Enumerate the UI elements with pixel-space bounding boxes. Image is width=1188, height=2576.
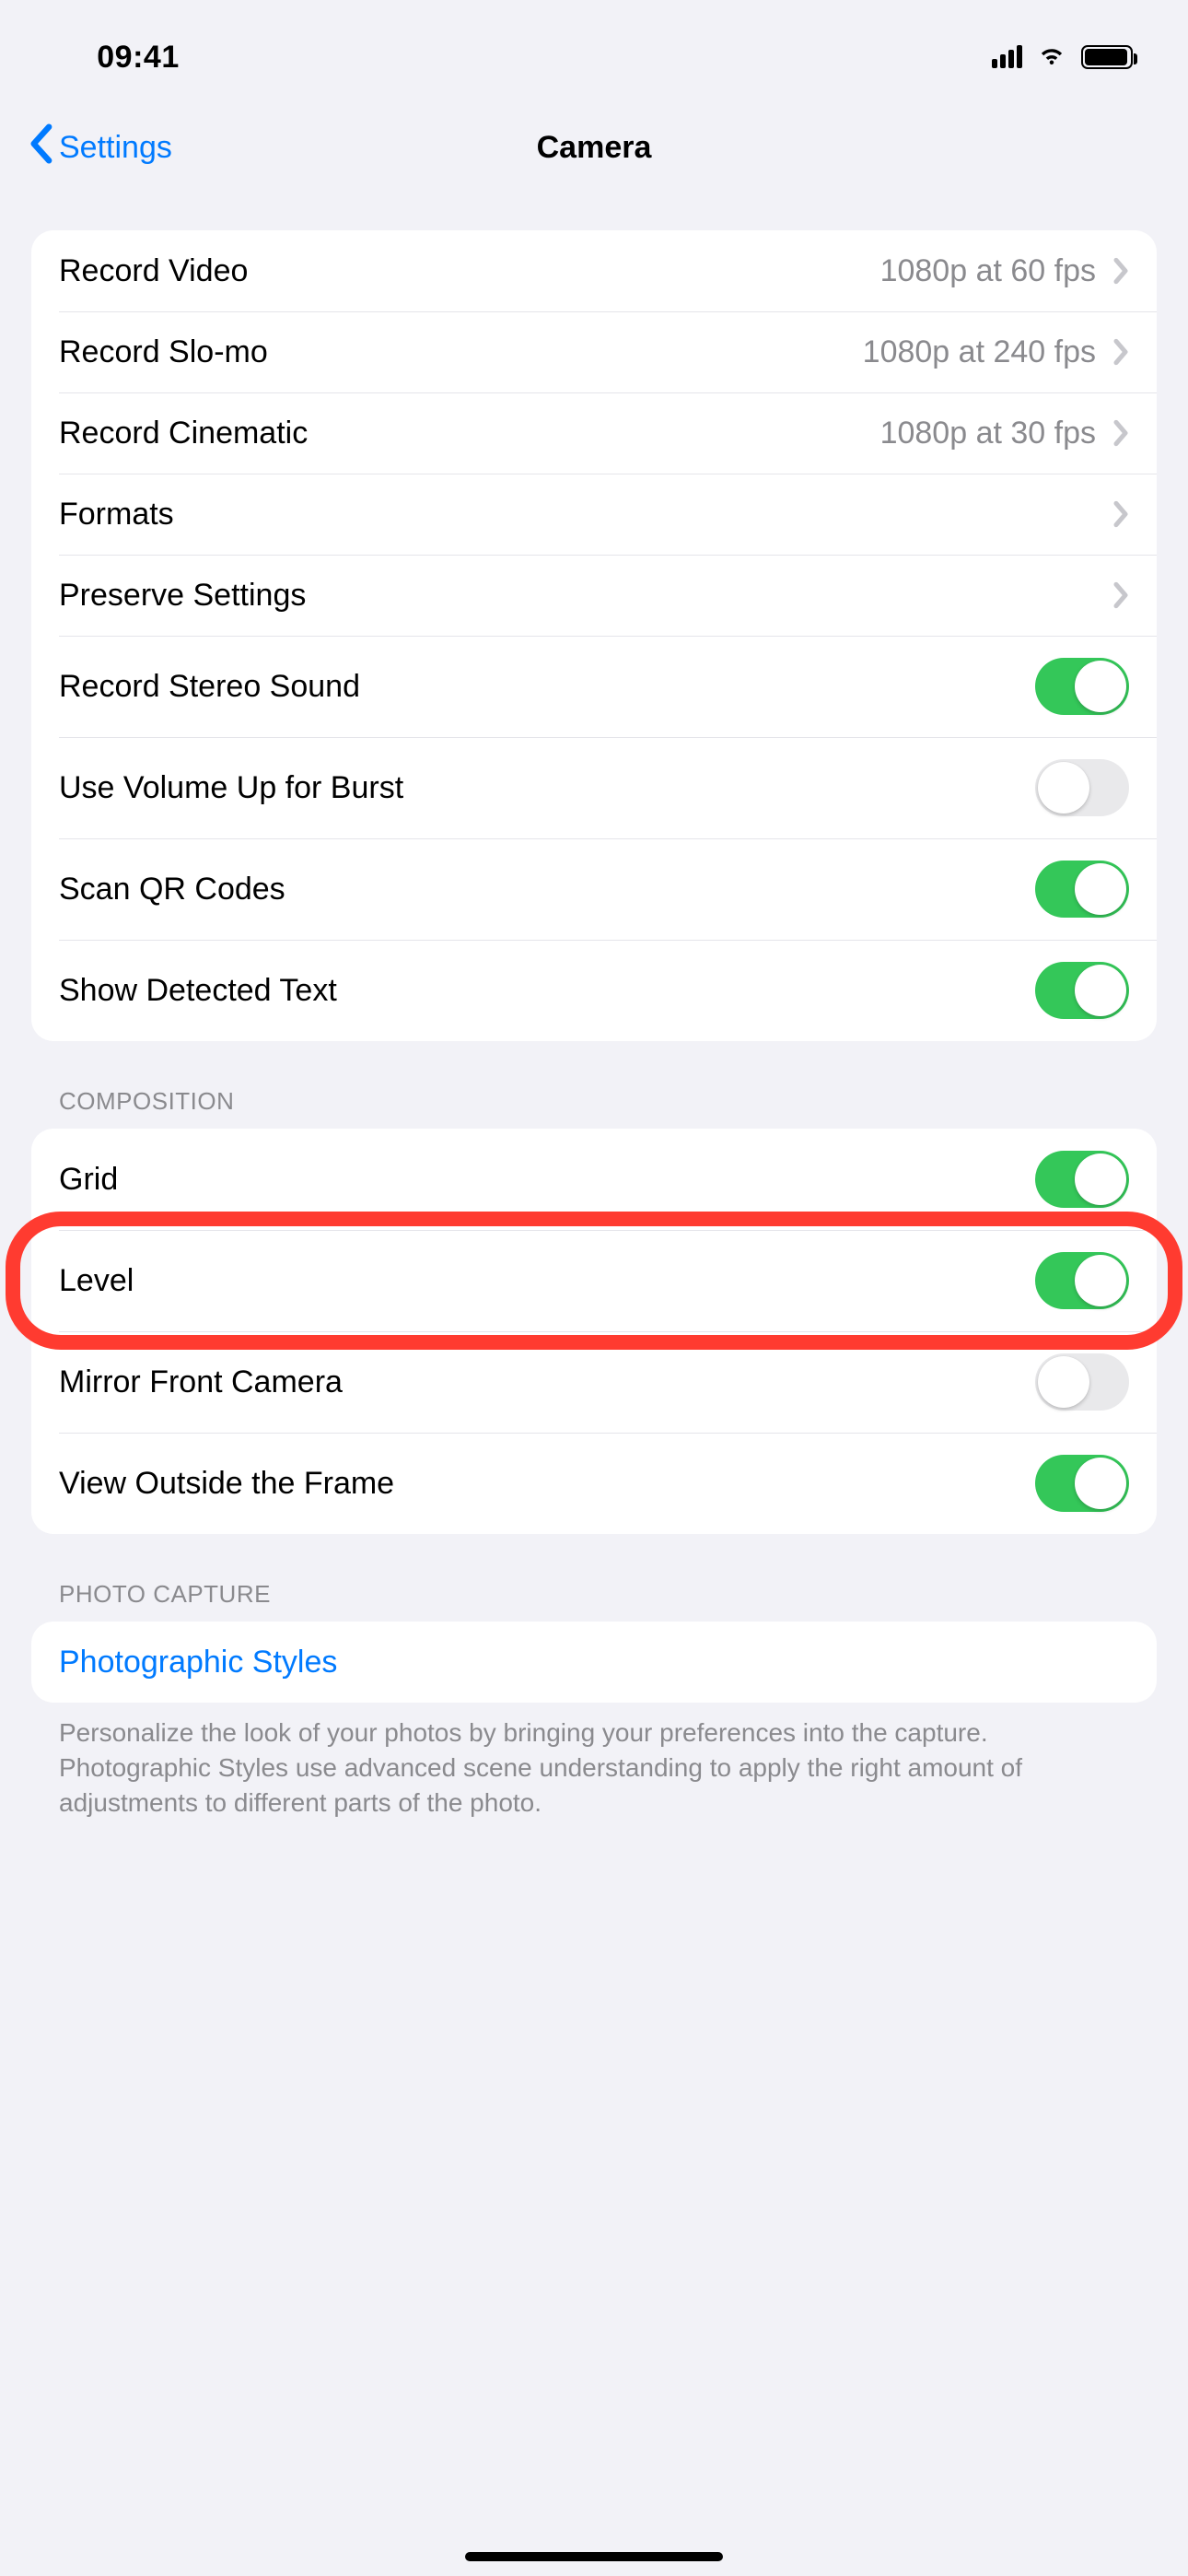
toggle-scan-qr[interactable]: [1035, 861, 1129, 918]
row-label: Preserve Settings: [59, 578, 1112, 614]
status-time: 09:41: [0, 27, 276, 76]
row-label: Mirror Front Camera: [59, 1364, 1035, 1400]
row-detail: 1080p at 240 fps: [863, 334, 1096, 370]
section-header-photo-capture: Photo Capture: [31, 1534, 1157, 1622]
row-mirror-front: Mirror Front Camera: [31, 1331, 1157, 1433]
row-label: Grid: [59, 1162, 1035, 1198]
row-record-slomo[interactable]: Record Slo-mo 1080p at 240 fps: [31, 311, 1157, 392]
chevron-right-icon: [1112, 419, 1129, 447]
row-label: Level: [59, 1263, 1035, 1299]
nav-bar: Settings Camera: [0, 101, 1188, 193]
back-button[interactable]: Settings: [0, 123, 172, 172]
toggle-mirror-front[interactable]: [1035, 1353, 1129, 1411]
back-label: Settings: [59, 130, 172, 166]
row-label: Record Cinematic: [59, 416, 880, 451]
row-view-outside-frame: View Outside the Frame: [31, 1433, 1157, 1534]
row-label: Record Video: [59, 253, 880, 289]
row-record-cinematic[interactable]: Record Cinematic 1080p at 30 fps: [31, 392, 1157, 474]
row-label: Show Detected Text: [59, 973, 1035, 1009]
status-bar: 09:41: [0, 0, 1188, 101]
row-detected-text: Show Detected Text: [31, 940, 1157, 1041]
toggle-grid[interactable]: [1035, 1151, 1129, 1208]
row-record-video[interactable]: Record Video 1080p at 60 fps: [31, 230, 1157, 311]
toggle-volume-up-burst[interactable]: [1035, 759, 1129, 816]
cellular-signal-icon: [992, 46, 1022, 68]
row-formats[interactable]: Formats: [31, 474, 1157, 555]
settings-group-photo-capture: Photographic Styles: [31, 1622, 1157, 1703]
toggle-detected-text[interactable]: [1035, 962, 1129, 1019]
section-footer-photo-capture: Personalize the look of your photos by b…: [31, 1703, 1157, 1820]
status-icons: [992, 24, 1133, 78]
row-label: View Outside the Frame: [59, 1466, 1035, 1502]
row-label: Record Stereo Sound: [59, 669, 1035, 705]
row-detail: 1080p at 30 fps: [880, 416, 1096, 451]
page-title: Camera: [0, 130, 1188, 166]
chevron-left-icon: [28, 123, 53, 172]
row-record-stereo-sound: Record Stereo Sound: [31, 636, 1157, 737]
row-label: Photographic Styles: [59, 1645, 1129, 1680]
battery-icon: [1081, 45, 1133, 69]
row-detail: 1080p at 60 fps: [880, 253, 1096, 289]
chevron-right-icon: [1112, 581, 1129, 609]
row-grid: Grid: [31, 1129, 1157, 1230]
section-header-composition: Composition: [31, 1041, 1157, 1129]
row-volume-up-burst: Use Volume Up for Burst: [31, 737, 1157, 838]
row-label: Scan QR Codes: [59, 872, 1035, 907]
row-label: Use Volume Up for Burst: [59, 770, 1035, 806]
chevron-right-icon: [1112, 338, 1129, 366]
home-indicator[interactable]: [465, 2552, 723, 2561]
row-level: Level: [31, 1230, 1157, 1331]
toggle-view-outside-frame[interactable]: [1035, 1455, 1129, 1512]
row-photographic-styles[interactable]: Photographic Styles: [31, 1622, 1157, 1703]
toggle-level[interactable]: [1035, 1252, 1129, 1309]
settings-group-main: Record Video 1080p at 60 fps Record Slo-…: [31, 230, 1157, 1041]
row-label: Record Slo-mo: [59, 334, 863, 370]
row-label: Formats: [59, 497, 1112, 533]
toggle-record-stereo-sound[interactable]: [1035, 658, 1129, 715]
chevron-right-icon: [1112, 257, 1129, 285]
settings-group-composition: Grid Level Mirror Front Camera View Outs…: [31, 1129, 1157, 1534]
row-preserve-settings[interactable]: Preserve Settings: [31, 555, 1157, 636]
row-scan-qr: Scan QR Codes: [31, 838, 1157, 940]
chevron-right-icon: [1112, 500, 1129, 528]
wifi-icon: [1035, 37, 1068, 78]
